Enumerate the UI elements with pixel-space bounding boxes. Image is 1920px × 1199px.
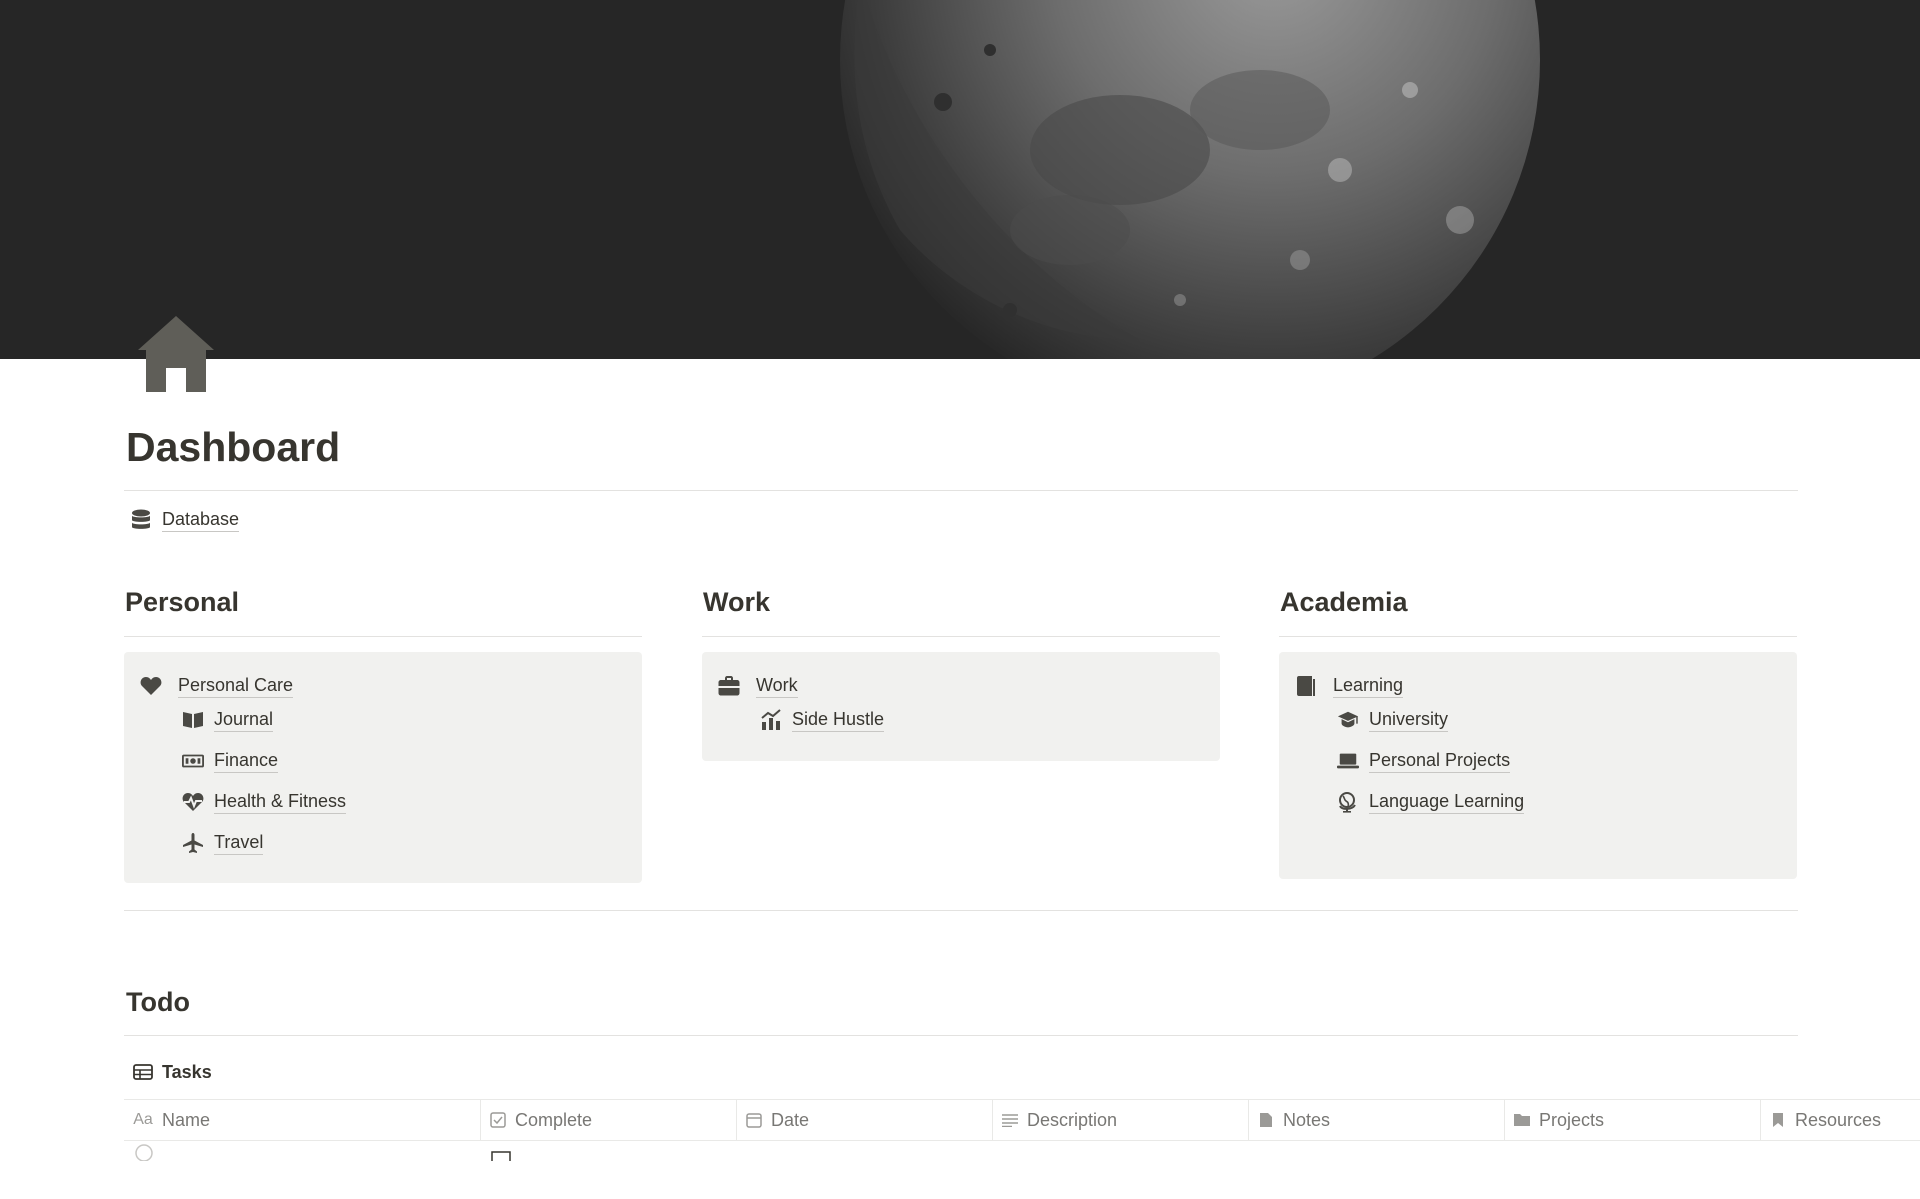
column-label: Complete bbox=[515, 1109, 593, 1130]
file-icon bbox=[1257, 1111, 1275, 1129]
column-header-projects[interactable]: Projects bbox=[1505, 1100, 1761, 1140]
university-label: University bbox=[1369, 708, 1449, 732]
section-heading: Work bbox=[703, 587, 771, 617]
house-icon[interactable] bbox=[136, 314, 216, 394]
column-header-resources[interactable]: Resources bbox=[1761, 1100, 1920, 1140]
section-heading: Academia bbox=[1280, 587, 1408, 617]
callout-work: Work Side Hustle bbox=[702, 652, 1220, 761]
personal-care-link[interactable]: Personal Care bbox=[140, 674, 294, 698]
column-header-description[interactable]: Description bbox=[993, 1100, 1249, 1140]
health-fitness-link[interactable]: Health & Fitness bbox=[182, 790, 347, 814]
table-row[interactable] bbox=[124, 1141, 1920, 1161]
section-heading: Personal bbox=[125, 587, 240, 617]
column-label: Name bbox=[162, 1109, 211, 1130]
language-learning-link[interactable]: Language Learning bbox=[1337, 790, 1525, 814]
book-open-icon bbox=[182, 709, 204, 731]
money-icon bbox=[182, 750, 204, 772]
callout-personal: Personal Care Journal Finance Health & F… bbox=[124, 652, 642, 883]
personal-care-label: Personal Care bbox=[178, 674, 294, 698]
journal-label: Journal bbox=[214, 708, 274, 732]
divider bbox=[124, 910, 1798, 911]
learning-link[interactable]: Learning bbox=[1295, 674, 1404, 698]
travel-label: Travel bbox=[214, 831, 264, 855]
column-label: Notes bbox=[1283, 1109, 1331, 1130]
learning-label: Learning bbox=[1333, 674, 1404, 698]
divider bbox=[124, 490, 1798, 491]
column-header-name[interactable]: Aa Name bbox=[124, 1100, 481, 1140]
tasks-view-label: Tasks bbox=[162, 1061, 212, 1082]
work-link[interactable]: Work bbox=[718, 674, 798, 698]
column-label: Date bbox=[771, 1109, 810, 1130]
travel-link[interactable]: Travel bbox=[182, 831, 264, 855]
university-link[interactable]: University bbox=[1337, 708, 1449, 732]
divider bbox=[702, 636, 1220, 637]
tasks-view-tab[interactable]: Tasks bbox=[132, 1061, 212, 1083]
moon-illustration bbox=[0, 0, 1920, 359]
side-hustle-link[interactable]: Side Hustle bbox=[760, 708, 885, 732]
page-title[interactable]: Dashboard bbox=[126, 424, 340, 471]
column-label: Projects bbox=[1539, 1109, 1605, 1130]
plane-icon bbox=[182, 832, 204, 854]
cover-image bbox=[0, 0, 1920, 359]
table-header: Aa Name Complete Date Description Notes … bbox=[124, 1099, 1920, 1141]
database-icon bbox=[130, 509, 152, 531]
globe-icon bbox=[1337, 791, 1359, 813]
calendar-icon bbox=[745, 1111, 763, 1129]
column-label: Resources bbox=[1795, 1109, 1882, 1130]
database-link[interactable]: Database bbox=[130, 508, 240, 532]
heart-icon bbox=[140, 675, 162, 697]
chart-icon bbox=[760, 709, 782, 731]
side-hustle-label: Side Hustle bbox=[792, 708, 885, 732]
personal-projects-link[interactable]: Personal Projects bbox=[1337, 749, 1511, 773]
laptop-icon bbox=[1337, 750, 1359, 772]
briefcase-icon bbox=[718, 675, 740, 697]
finance-label: Finance bbox=[214, 749, 279, 773]
personal-projects-label: Personal Projects bbox=[1369, 749, 1511, 773]
graduation-cap-icon bbox=[1337, 709, 1359, 731]
health-fitness-label: Health & Fitness bbox=[214, 790, 347, 814]
table-icon bbox=[132, 1061, 154, 1083]
bookmark-icon bbox=[1769, 1111, 1787, 1129]
column-label: Description bbox=[1027, 1109, 1118, 1130]
column-header-complete[interactable]: Complete bbox=[481, 1100, 737, 1140]
divider bbox=[124, 1035, 1798, 1036]
checkbox-icon bbox=[489, 1111, 507, 1129]
database-label: Database bbox=[162, 508, 240, 532]
column-header-date[interactable]: Date bbox=[737, 1100, 993, 1140]
divider bbox=[124, 636, 642, 637]
work-label: Work bbox=[756, 674, 798, 698]
heartbeat-icon bbox=[182, 791, 204, 813]
lines-icon bbox=[1001, 1111, 1019, 1129]
folder-icon bbox=[1513, 1111, 1531, 1129]
column-header-notes[interactable]: Notes bbox=[1249, 1100, 1505, 1140]
text-aa-icon: Aa bbox=[133, 1111, 153, 1128]
finance-link[interactable]: Finance bbox=[182, 749, 279, 773]
book-icon bbox=[1295, 675, 1317, 697]
divider bbox=[1279, 636, 1797, 637]
callout-academia: Learning University Personal Projects La… bbox=[1279, 652, 1797, 879]
journal-link[interactable]: Journal bbox=[182, 708, 274, 732]
todo-heading: Todo bbox=[126, 987, 190, 1017]
language-learning-label: Language Learning bbox=[1369, 790, 1525, 814]
